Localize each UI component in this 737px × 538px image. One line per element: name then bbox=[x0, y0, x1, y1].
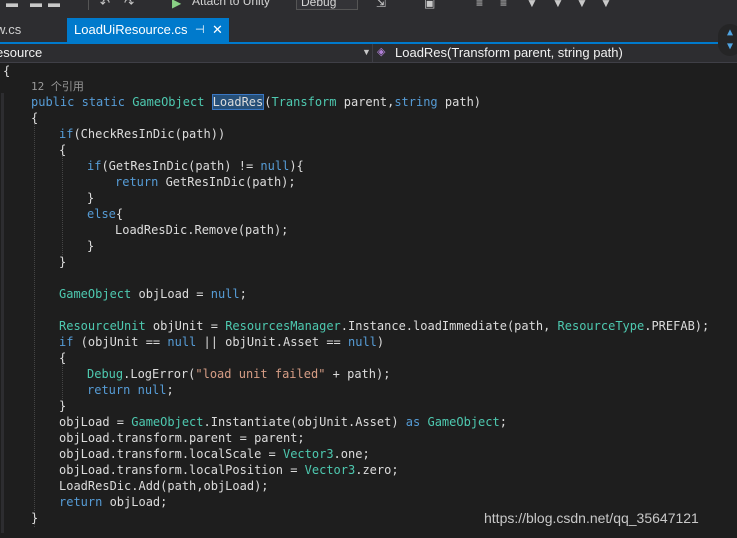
chevron-down-icon[interactable]: ▼ bbox=[362, 47, 371, 57]
document-tab-bar: w.cs LoadUiResource.cs ⊣ ✕ bbox=[0, 18, 737, 42]
indent-guide bbox=[62, 151, 63, 263]
redo-icon[interactable]: ↷ bbox=[124, 0, 134, 10]
save-icon[interactable]: ▬ bbox=[30, 0, 42, 10]
indent-icon[interactable]: ≡ bbox=[476, 0, 483, 10]
watermark: https://blog.csdn.net/qq_35647121 bbox=[484, 510, 699, 526]
method-icon: ◈ bbox=[377, 46, 386, 58]
code-line[interactable]: { bbox=[31, 110, 38, 126]
play-icon[interactable]: ▶ bbox=[172, 0, 181, 10]
code-line[interactable]: else{ bbox=[87, 206, 123, 222]
code-line[interactable]: if(GetResInDic(path) != null){ bbox=[87, 158, 304, 174]
configuration-value: Debug bbox=[301, 0, 337, 9]
bookmark-prev-icon[interactable]: ▼ bbox=[552, 0, 564, 10]
navbar-divider bbox=[372, 44, 373, 63]
undo-icon[interactable]: ↶ bbox=[100, 0, 110, 10]
code-line[interactable]: objLoad.transform.parent = parent; bbox=[59, 430, 305, 446]
chevron-down-icon[interactable]: ▼ bbox=[718, 40, 737, 54]
open-file-icon[interactable]: ▬ bbox=[6, 0, 18, 10]
change-margin bbox=[1, 93, 4, 533]
bookmark-icon[interactable]: ▼ bbox=[526, 0, 538, 10]
code-line[interactable]: return GetResInDic(path); bbox=[115, 174, 296, 190]
code-line[interactable]: objLoad.transform.localPosition = Vector… bbox=[59, 462, 399, 478]
toolbar: ▬ ▬ ▬ ↶ ↷ ▶ Attach to Unity Debug ⇲ ▣ ≡ … bbox=[0, 0, 737, 18]
outdent-icon[interactable]: ≡ bbox=[500, 0, 507, 10]
scroll-nav-widget[interactable]: ▲ ▼ bbox=[718, 24, 737, 56]
toolbar-separator bbox=[88, 0, 89, 10]
tab-label: w.cs bbox=[0, 22, 22, 37]
code-line[interactable]: if (objUnit == null || objUnit.Asset == … bbox=[59, 334, 384, 350]
code-line[interactable]: LoadResDic.Add(path,objLoad); bbox=[59, 478, 269, 494]
code-line[interactable]: } bbox=[87, 238, 94, 254]
code-line[interactable]: } bbox=[59, 398, 66, 414]
type-dropdown[interactable]: esource bbox=[0, 45, 42, 60]
find-icon[interactable]: ▣ bbox=[424, 0, 435, 10]
close-icon[interactable]: ✕ bbox=[212, 18, 223, 42]
highlighted-identifier[interactable]: LoadRes bbox=[211, 94, 265, 110]
code-line[interactable]: if(CheckResInDic(path)) bbox=[59, 126, 225, 142]
indent-guide bbox=[34, 119, 35, 527]
tab-w-cs[interactable]: w.cs bbox=[0, 18, 62, 42]
code-line[interactable]: GameObject objLoad = null; bbox=[59, 286, 247, 302]
code-line[interactable]: { bbox=[59, 350, 66, 366]
configuration-dropdown[interactable]: Debug bbox=[296, 0, 358, 10]
code-line[interactable]: } bbox=[87, 190, 94, 206]
code-line[interactable]: public static GameObject LoadRes(Transfo… bbox=[31, 94, 481, 110]
code-editor[interactable]: { 12 个引用 public static GameObject LoadRe… bbox=[0, 63, 737, 538]
code-line[interactable]: { bbox=[3, 63, 10, 79]
bookmark-clear-icon[interactable]: ▼ bbox=[600, 0, 612, 10]
step-icon[interactable]: ⇲ bbox=[376, 0, 386, 10]
pin-icon[interactable]: ⊣ bbox=[195, 18, 205, 42]
code-line[interactable]: objLoad = GameObject.Instantiate(objUnit… bbox=[59, 414, 507, 430]
codelens-references[interactable]: 12 个引用 bbox=[31, 79, 84, 95]
member-dropdown[interactable]: LoadRes(Transform parent, string path) bbox=[395, 45, 623, 60]
code-line[interactable]: } bbox=[59, 254, 66, 270]
navigation-bar: esource ▼ ◈ LoadRes(Transform parent, st… bbox=[0, 44, 737, 63]
tab-label: LoadUiResource.cs bbox=[74, 22, 188, 37]
save-all-icon[interactable]: ▬ bbox=[48, 0, 60, 10]
code-line[interactable]: } bbox=[31, 510, 38, 526]
tab-loaduiresource-cs[interactable]: LoadUiResource.cs ⊣ ✕ bbox=[67, 18, 229, 42]
code-line[interactable]: LoadResDic.Remove(path); bbox=[115, 222, 288, 238]
attach-to-unity-button[interactable]: Attach to Unity bbox=[192, 0, 270, 8]
code-line[interactable]: ResourceUnit objUnit = ResourcesManager.… bbox=[59, 318, 709, 334]
code-line[interactable]: objLoad.transform.localScale = Vector3.o… bbox=[59, 446, 370, 462]
code-line[interactable]: Debug.LogError("load unit failed" + path… bbox=[87, 366, 390, 382]
code-line[interactable]: { bbox=[59, 142, 66, 158]
code-line[interactable]: return objLoad; bbox=[59, 494, 167, 510]
bookmark-next-icon[interactable]: ▼ bbox=[576, 0, 588, 10]
code-line[interactable]: return null; bbox=[87, 382, 174, 398]
chevron-up-icon[interactable]: ▲ bbox=[718, 26, 737, 40]
